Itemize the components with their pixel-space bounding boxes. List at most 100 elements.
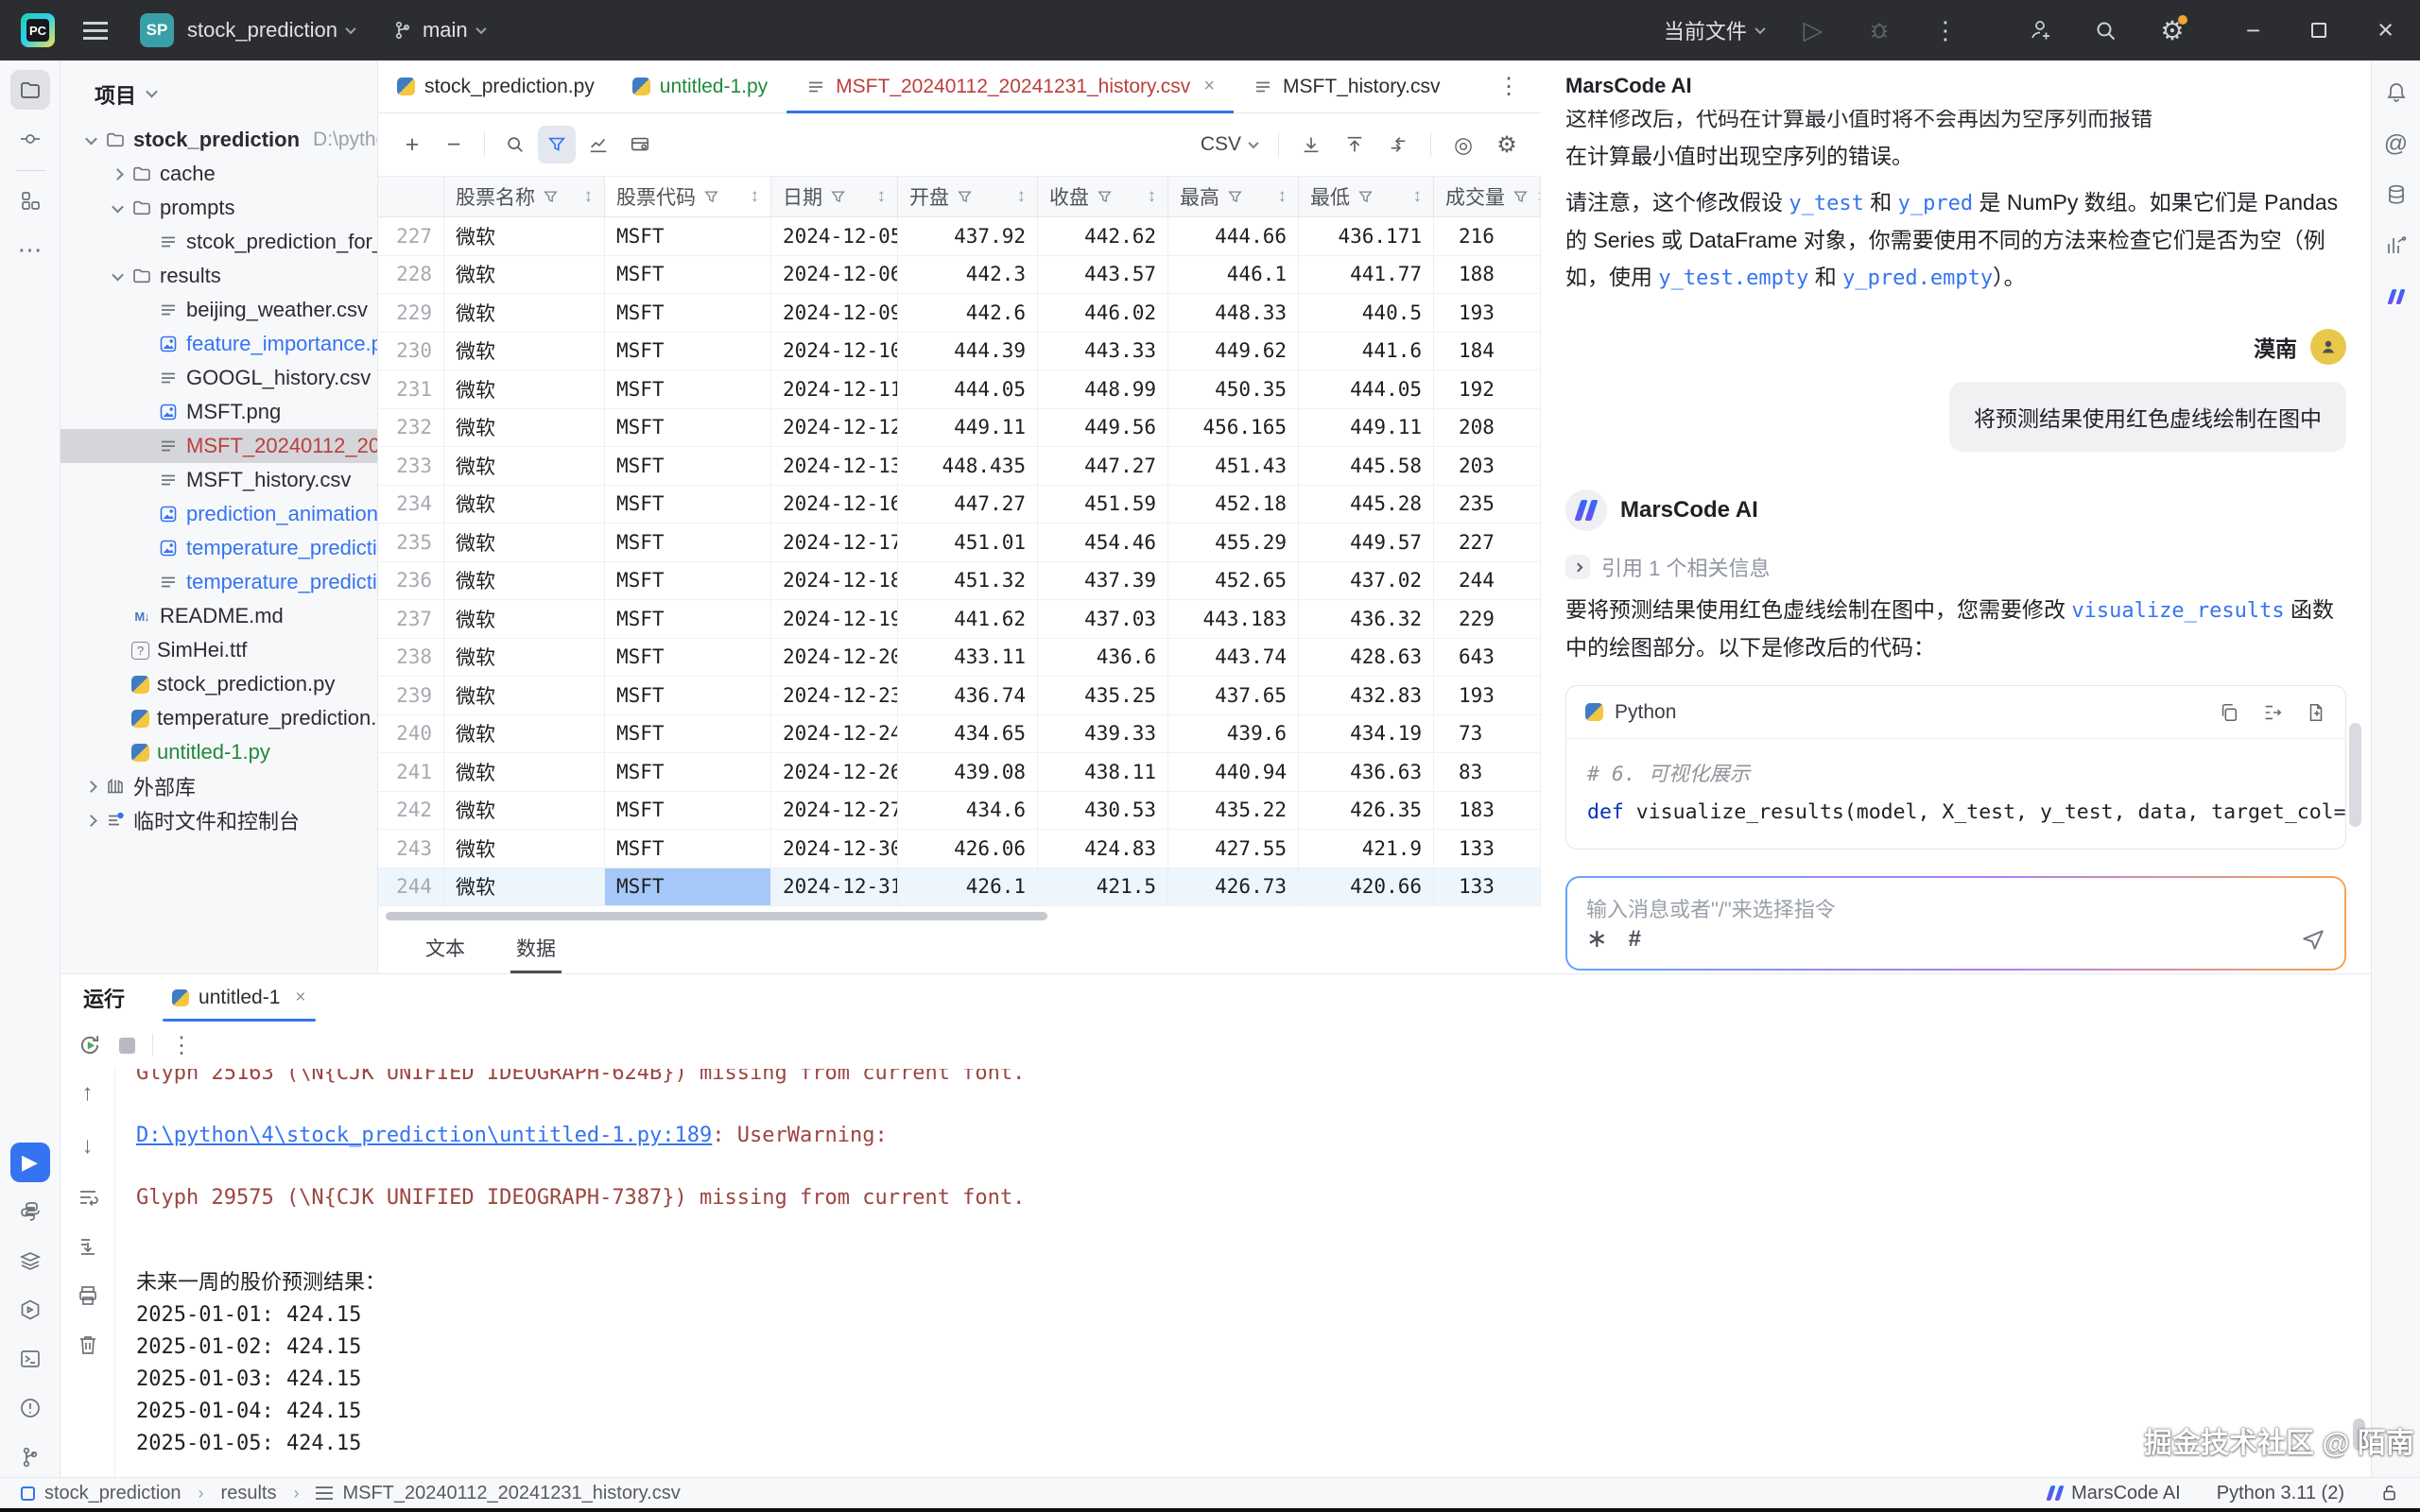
filter-icon[interactable] [1358, 190, 1373, 204]
table-cell[interactable]: 643 [1434, 639, 1541, 677]
table-cell[interactable]: 421.9 [1299, 830, 1434, 868]
branch-selector[interactable]: main [392, 13, 485, 47]
table-cell[interactable]: 440.5 [1299, 294, 1434, 332]
table-cell[interactable]: 450.35 [1168, 370, 1299, 408]
table-cell[interactable]: 421.5 [1038, 868, 1168, 906]
tree-item[interactable]: stock_prediction.py [60, 667, 377, 701]
run-icon[interactable]: ▷ [1796, 13, 1830, 47]
table-cell[interactable]: 203 [1434, 447, 1541, 485]
table-cell[interactable]: 433.11 [898, 639, 1038, 677]
table-cell[interactable]: 微软 [444, 447, 605, 485]
remove-row-button[interactable]: − [435, 126, 473, 163]
table-cell[interactable]: 微软 [444, 217, 605, 255]
horizontal-scrollbar[interactable] [386, 912, 1047, 920]
table-cell[interactable]: MSFT [605, 256, 771, 294]
table-cell[interactable]: 420.66 [1299, 868, 1434, 906]
table-cell[interactable]: 445.58 [1299, 447, 1434, 485]
filter-icon[interactable] [538, 126, 576, 163]
table-cell[interactable]: 188 [1434, 256, 1541, 294]
table-cell[interactable]: 微软 [444, 294, 605, 332]
filter-icon[interactable] [1513, 190, 1528, 204]
table-cell[interactable]: 435.25 [1038, 677, 1168, 714]
table-cell[interactable]: 454.46 [1038, 524, 1168, 561]
table-cell[interactable]: 242 [378, 792, 444, 830]
table-cell[interactable]: 444.39 [898, 333, 1038, 370]
table-row[interactable]: 235微软MSFT2024-12-17451.01454.46455.29449… [378, 524, 1541, 562]
table-cell[interactable]: 微软 [444, 524, 605, 561]
table-cell[interactable]: 447.27 [898, 486, 1038, 524]
tree-item[interactable]: beijing_weather.csv [60, 293, 377, 327]
close-icon[interactable]: × [2377, 15, 2394, 46]
table-cell[interactable]: 448.435 [898, 447, 1038, 485]
table-cell[interactable]: 437.65 [1168, 677, 1299, 714]
editor-tab[interactable]: MSFT_history.csv [1234, 60, 1459, 112]
avatar[interactable] [2310, 329, 2346, 365]
tabs-more-icon[interactable]: ⋮ [1477, 60, 1541, 112]
sort-icon[interactable]: ↕ [1148, 186, 1157, 207]
export-icon[interactable] [1336, 126, 1374, 163]
table-cell[interactable]: 微软 [444, 486, 605, 524]
column-header[interactable]: 成交量↕ [1434, 177, 1541, 216]
search-icon[interactable] [496, 126, 534, 163]
commit-icon[interactable] [10, 119, 50, 159]
tree-chevron-icon[interactable] [85, 815, 97, 827]
table-cell[interactable]: 434.19 [1299, 715, 1434, 753]
table-cell[interactable]: MSFT [605, 830, 771, 868]
tree-item[interactable]: stock_predictionD:\python\4 [60, 123, 377, 157]
table-cell[interactable]: 2024-12-11 [771, 370, 898, 408]
table-cell[interactable]: 83 [1434, 753, 1541, 791]
table-cell[interactable]: 2024-12-16 [771, 486, 898, 524]
column-header[interactable]: 股票名称↕ [444, 177, 605, 216]
menu-icon[interactable] [83, 22, 108, 40]
table-cell[interactable]: 231 [378, 370, 444, 408]
table-cell[interactable]: 216 [1434, 217, 1541, 255]
tree-chevron-icon[interactable] [112, 268, 124, 281]
table-cell[interactable]: 240 [378, 715, 444, 753]
filter-icon[interactable] [704, 190, 718, 204]
maximize-icon[interactable] [2311, 23, 2326, 38]
table-options-icon[interactable] [621, 126, 659, 163]
table-cell[interactable]: MSFT [605, 677, 771, 714]
more-icon[interactable]: ⋮ [1928, 13, 1962, 47]
table-cell[interactable]: 444.05 [1299, 370, 1434, 408]
table-cell[interactable]: 微软 [444, 792, 605, 830]
table-cell[interactable]: 436.74 [898, 677, 1038, 714]
preview-icon[interactable]: ◎ [1444, 126, 1482, 163]
console-link[interactable]: D:\python\4\stock_prediction\untitled-1.… [136, 1124, 712, 1147]
table-cell[interactable]: MSFT [605, 294, 771, 332]
editor-tab[interactable]: untitled-1.py [614, 60, 786, 112]
table-cell[interactable]: 微软 [444, 639, 605, 677]
search-icon[interactable] [2089, 13, 2123, 47]
sort-icon[interactable]: ↕ [1413, 186, 1423, 207]
table-cell[interactable]: 426.73 [1168, 868, 1299, 906]
table-cell[interactable]: 2024-12-17 [771, 524, 898, 561]
breadcrumb-file[interactable]: MSFT_20240112_20241231_history.csv [342, 1483, 680, 1504]
table-cell[interactable]: 183 [1434, 792, 1541, 830]
table-cell[interactable]: 455.29 [1168, 524, 1299, 561]
table-row[interactable]: 242微软MSFT2024-12-27434.6430.53435.22426.… [378, 792, 1541, 831]
table-cell[interactable]: 437.02 [1299, 562, 1434, 600]
table-cell[interactable]: 2024-12-13 [771, 447, 898, 485]
send-icon[interactable] [2301, 927, 2325, 952]
tree-chevron-icon[interactable] [85, 781, 97, 793]
table-cell[interactable]: 244 [378, 868, 444, 906]
filter-icon[interactable] [958, 190, 972, 204]
column-header[interactable]: 收盘↕ [1038, 177, 1168, 216]
tree-item[interactable]: M↓README.md [60, 599, 377, 633]
quick-command-icon[interactable]: ∗ [1586, 924, 1608, 954]
settings-icon[interactable]: ⚙ [2155, 13, 2189, 47]
table-cell[interactable]: 233 [378, 447, 444, 485]
table-cell[interactable]: 444.05 [898, 370, 1038, 408]
filter-icon[interactable] [1098, 190, 1112, 204]
endpoints-chart-icon[interactable] [2377, 227, 2415, 265]
run-config-selector[interactable]: 当前文件 [1664, 15, 1764, 45]
table-cell[interactable]: MSFT [605, 524, 771, 561]
table-cell[interactable]: 微软 [444, 677, 605, 714]
column-header[interactable]: 日期↕ [771, 177, 898, 216]
table-cell[interactable]: 239 [378, 677, 444, 714]
table-cell[interactable]: 微软 [444, 868, 605, 906]
close-icon[interactable]: × [1203, 76, 1215, 97]
table-cell[interactable]: MSFT [605, 753, 771, 791]
reference-row[interactable]: 引用 1 个相关信息 [1565, 552, 2346, 582]
tree-item[interactable]: temperature_prediction.py [60, 701, 377, 735]
